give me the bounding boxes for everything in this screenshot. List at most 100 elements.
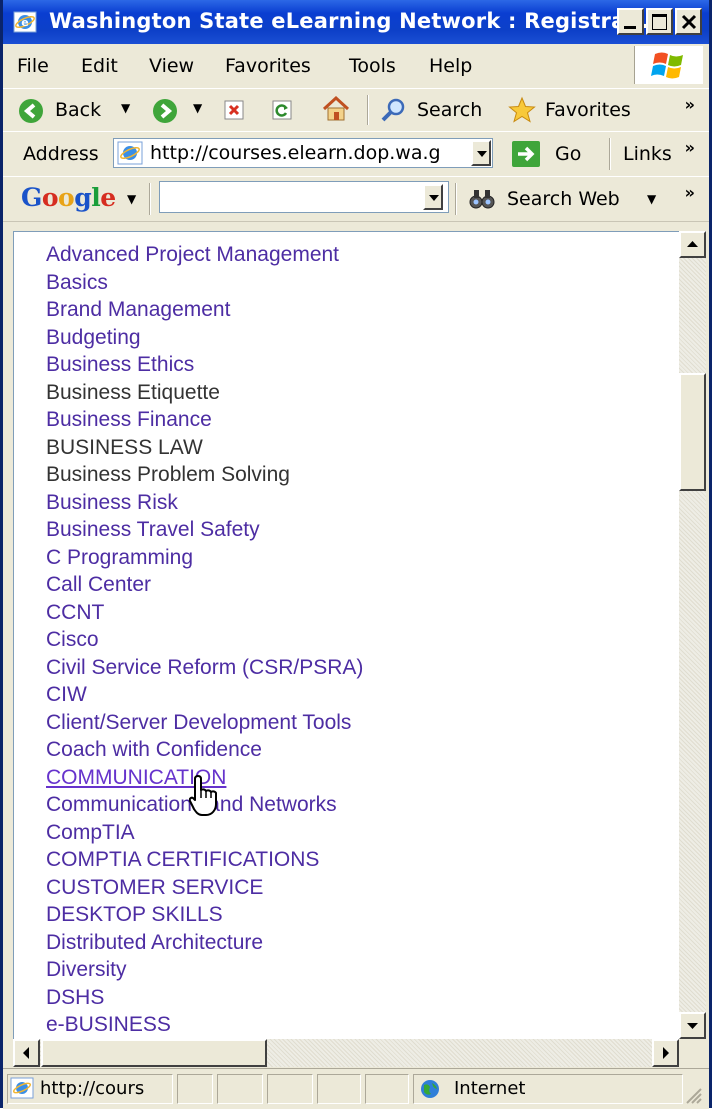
- search-icon[interactable]: [379, 96, 409, 124]
- course-link[interactable]: DSHS: [46, 984, 363, 1012]
- status-pane: [317, 1074, 361, 1104]
- google-search-input[interactable]: [159, 181, 449, 213]
- stop-icon[interactable]: [223, 98, 247, 122]
- links-button[interactable]: Links: [623, 143, 672, 165]
- course-link[interactable]: C Programming: [46, 544, 363, 572]
- page-content: Advanced Project Management Basics Brand M…: [13, 231, 681, 1041]
- menu-bar: File Edit View Favorites Tools Help: [3, 44, 709, 89]
- back-dropdown-icon[interactable]: ▼: [121, 101, 130, 115]
- forward-arrow-icon[interactable]: [151, 97, 179, 125]
- resize-grip-icon[interactable]: [683, 1085, 703, 1105]
- course-link[interactable]: CCNT: [46, 599, 363, 627]
- status-url-pane: http://cours: [7, 1074, 173, 1104]
- course-link[interactable]: Business Finance: [46, 406, 363, 434]
- svg-text:e: e: [21, 16, 28, 29]
- home-icon[interactable]: [321, 95, 351, 123]
- menu-help[interactable]: Help: [429, 55, 472, 77]
- refresh-icon[interactable]: [271, 98, 295, 122]
- browser-window: e Washington State eLearning Network : R…: [0, 0, 712, 1109]
- scroll-down-button[interactable]: [679, 1012, 706, 1039]
- status-bar: http://cours Internet: [3, 1068, 709, 1109]
- scroll-right-button[interactable]: [652, 1039, 679, 1067]
- scroll-left-button[interactable]: [13, 1039, 40, 1067]
- menu-file[interactable]: File: [17, 55, 49, 77]
- back-arrow-icon[interactable]: [17, 97, 45, 125]
- course-link[interactable]: Distributed Architecture: [46, 929, 363, 957]
- course-link[interactable]: Brand Management: [46, 296, 363, 324]
- google-search-dropdown-button[interactable]: [423, 184, 443, 210]
- course-link[interactable]: Business Ethics: [46, 351, 363, 379]
- maximize-button[interactable]: [646, 8, 673, 35]
- address-url: http://courses.elearn.dop.wa.g: [150, 142, 441, 164]
- menu-view[interactable]: View: [149, 55, 194, 77]
- search-web-dropdown-icon[interactable]: ▼: [647, 192, 656, 206]
- links-overflow-icon[interactable]: »: [685, 138, 695, 157]
- address-dropdown-button[interactable]: [471, 140, 491, 166]
- toolbar-separator: [367, 95, 369, 125]
- address-label: Address: [23, 143, 99, 165]
- course-link[interactable]: DESKTOP SKILLS: [46, 901, 363, 929]
- course-link[interactable]: Cisco: [46, 626, 363, 654]
- toolbar-overflow-icon[interactable]: »: [685, 95, 695, 114]
- course-link[interactable]: Advanced Project Management: [46, 241, 363, 269]
- menu-tools[interactable]: Tools: [349, 55, 396, 77]
- close-button[interactable]: [675, 8, 702, 35]
- windows-flag-icon: [651, 52, 683, 79]
- course-link[interactable]: Client/Server Development Tools: [46, 709, 363, 737]
- address-separator: [609, 138, 611, 170]
- google-separator: [149, 183, 151, 215]
- scroll-up-button[interactable]: [679, 231, 706, 258]
- search-button[interactable]: Search: [417, 99, 482, 121]
- vertical-scrollbar[interactable]: [679, 231, 706, 1039]
- horizontal-scrollbar[interactable]: [13, 1039, 679, 1067]
- google-separator-2: [455, 183, 457, 215]
- scroll-left-arrow-icon: [23, 1047, 29, 1059]
- forward-dropdown-icon[interactable]: ▼: [193, 101, 202, 115]
- back-button[interactable]: Back: [55, 99, 101, 121]
- close-icon: [681, 14, 697, 30]
- menu-favorites[interactable]: Favorites: [225, 55, 311, 77]
- course-link[interactable]: Diversity: [46, 956, 363, 984]
- menu-edit[interactable]: Edit: [81, 55, 118, 77]
- course-link[interactable]: CIW: [46, 681, 363, 709]
- google-overflow-icon[interactable]: »: [685, 183, 695, 202]
- google-menu-dropdown-icon[interactable]: ▼: [127, 192, 136, 206]
- favorites-star-icon[interactable]: [507, 96, 537, 124]
- course-link[interactable]: CUSTOMER SERVICE: [46, 874, 363, 902]
- vertical-scroll-thumb[interactable]: [679, 373, 706, 491]
- address-bar: Address http://courses.elearn.dop.wa.g G…: [3, 131, 709, 177]
- address-field[interactable]: http://courses.elearn.dop.wa.g: [113, 138, 493, 168]
- course-link[interactable]: Coach with Confidence: [46, 736, 363, 764]
- course-link[interactable]: CompTIA: [46, 819, 363, 847]
- course-link[interactable]: Budgeting: [46, 324, 363, 352]
- minimize-icon: [624, 26, 636, 29]
- ie-icon: e: [13, 11, 37, 33]
- course-link[interactable]: COMPTIA CERTIFICATIONS: [46, 846, 363, 874]
- course-link[interactable]: Call Center: [46, 571, 363, 599]
- status-pane: [365, 1074, 409, 1104]
- status-page-icon: [10, 1077, 34, 1099]
- course-list: Advanced Project Management Basics Brand M…: [46, 241, 363, 1039]
- horizontal-scroll-thumb[interactable]: [41, 1039, 267, 1067]
- status-pane: [267, 1074, 313, 1104]
- go-button[interactable]: Go: [555, 143, 581, 165]
- course-link[interactable]: Civil Service Reform (CSR/PSRA): [46, 654, 363, 682]
- internet-globe-icon: [421, 1080, 439, 1098]
- title-bar[interactable]: e Washington State eLearning Network : R…: [3, 0, 709, 44]
- go-arrow-icon[interactable]: [511, 140, 541, 168]
- scroll-up-arrow-icon: [687, 241, 698, 247]
- course-link[interactable]: Basics: [46, 269, 363, 297]
- favorites-button[interactable]: Favorites: [545, 99, 631, 121]
- course-link[interactable]: e-BUSINESS: [46, 1011, 363, 1039]
- status-pane: [217, 1074, 263, 1104]
- course-link[interactable]: BUSINESS LAW: [46, 434, 363, 462]
- search-web-button[interactable]: Search Web: [507, 188, 620, 210]
- page-icon: [117, 141, 143, 165]
- course-link[interactable]: Business Risk: [46, 489, 363, 517]
- course-link[interactable]: Business Etiquette: [46, 379, 363, 407]
- google-logo[interactable]: Google: [21, 183, 116, 212]
- course-link[interactable]: Business Travel Safety: [46, 516, 363, 544]
- course-link[interactable]: Business Problem Solving: [46, 461, 363, 489]
- binoculars-icon[interactable]: [467, 186, 497, 212]
- minimize-button[interactable]: [617, 8, 644, 35]
